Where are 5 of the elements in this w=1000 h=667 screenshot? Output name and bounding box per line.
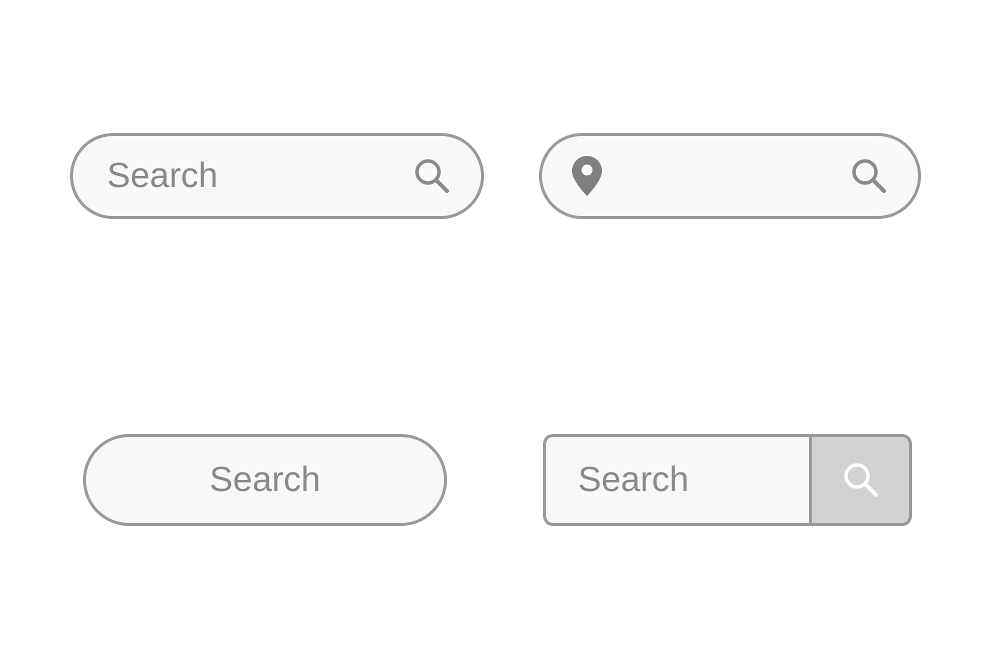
search-field[interactable]: Search [83,434,447,526]
search-button[interactable] [809,434,912,526]
search-field[interactable]: Search [543,434,809,526]
search-field[interactable]: Search [70,133,484,219]
location-pin-icon [571,155,603,197]
